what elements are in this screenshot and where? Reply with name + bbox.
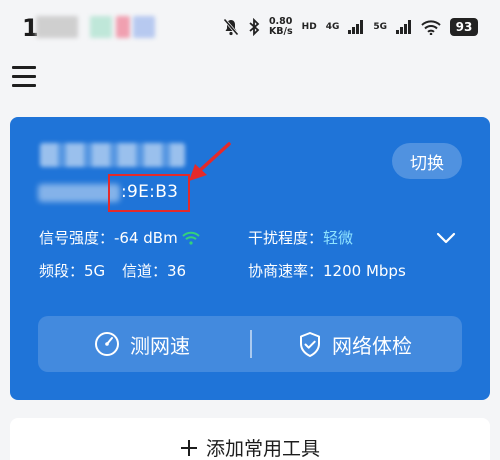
blurred-notification [133, 16, 155, 38]
network-type-label: 4G [325, 21, 340, 32]
link-rate-value: 1200 Mbps [323, 261, 406, 280]
band-value: 5G [84, 261, 106, 280]
annotation-arrow [189, 142, 231, 181]
speed-unit: KB/s [268, 26, 293, 37]
band-label: 频段： [39, 262, 85, 280]
blurred-notification [36, 16, 78, 38]
add-tool-label: 添加常用工具 [205, 438, 320, 460]
signal-icon [396, 20, 412, 34]
add-tool-button[interactable]: 添加常用工具 [10, 434, 490, 460]
speed-test-button[interactable]: 测网速 [94, 316, 190, 372]
status-icons: 0.80 KB/s HD 4G 5G 93 [223, 17, 478, 37]
band-info: 频段： 5G [39, 260, 105, 281]
blurred-notification [90, 16, 112, 38]
network-check-label: 网络体检 [332, 333, 412, 358]
interference-value: 轻微 [323, 229, 354, 247]
link-rate-info: 协商速率： 1200 Mbps [248, 260, 406, 281]
wifi-name-redacted [40, 143, 185, 167]
signal-strength-label: 信号强度： [39, 229, 115, 247]
chevron-down-icon[interactable] [436, 229, 456, 248]
battery-icon: 93 [450, 18, 478, 36]
add-tool-card[interactable]: 添加常用工具 [10, 418, 490, 460]
wifi-info-card: :9E:B3 切换 信号强度： -64 dBm 干扰程度： 轻微 频段： 5G … [10, 117, 490, 400]
signal-strength: 信号强度： -64 dBm [39, 227, 200, 248]
plus-icon [180, 439, 198, 457]
wifi-icon [421, 19, 441, 35]
network-type-label: 5G [373, 21, 387, 32]
speedometer-icon [94, 331, 120, 357]
shield-check-icon [298, 331, 322, 358]
network-speed: 0.80 KB/s [269, 17, 293, 37]
network-check-button[interactable]: 网络体检 [298, 316, 412, 372]
bluetooth-icon [248, 18, 260, 36]
menu-icon[interactable] [12, 66, 38, 88]
signal-icon [348, 20, 364, 34]
channel-info: 信道： 36 [122, 260, 186, 281]
wifi-signal-icon [182, 231, 200, 245]
app-screen: 1 0.80 KB/s HD 4G 5G 93:9E:B3 切换 信号强度： … [0, 0, 500, 460]
network-tag-2: 5G [373, 21, 387, 32]
mute-icon [223, 18, 239, 36]
link-rate-label: 协商速率： [248, 262, 324, 280]
blurred-notification [116, 16, 130, 38]
tool-divider [250, 330, 252, 358]
network-tag-1: 4G [325, 21, 340, 32]
hd-tag: HD [301, 21, 317, 32]
status-bar: 1 0.80 KB/s HD 4G 5G 93 [0, 0, 500, 56]
interference-level: 干扰程度： 轻微 [248, 227, 353, 248]
hd-label: HD [301, 21, 317, 32]
switch-network-button[interactable]: 切换 [392, 143, 462, 179]
tool-bar: 测网速 网络体检 [38, 316, 462, 372]
channel-label: 信道： [122, 262, 168, 280]
signal-strength-value: -64 dBm [114, 228, 178, 247]
interference-label: 干扰程度： [248, 229, 324, 247]
annotation-highlight-box [108, 174, 190, 212]
channel-value: 36 [167, 261, 187, 280]
speed-test-label: 测网速 [130, 333, 190, 358]
